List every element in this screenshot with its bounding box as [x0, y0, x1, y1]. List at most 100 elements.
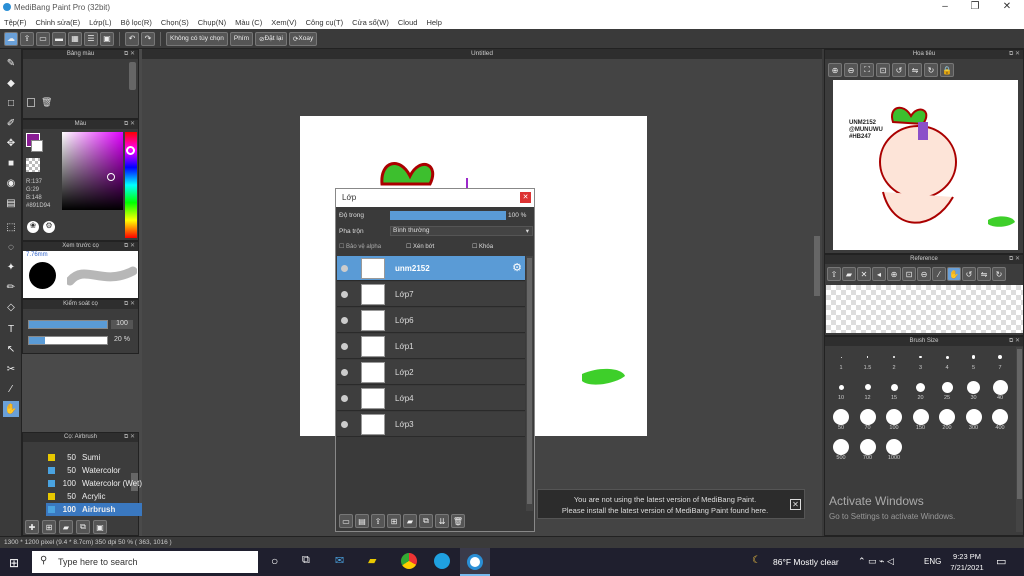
weather-text[interactable]: 86°F Mostly clear — [773, 557, 839, 567]
layer-folder-icon[interactable]: ▰ — [403, 514, 417, 528]
rotate-left-icon[interactable]: ↺ — [892, 63, 906, 77]
navigator-preview[interactable]: UNM2152 @MUNUWU #HB247 — [833, 80, 1018, 250]
brush-size-preset[interactable]: 1.5 — [856, 349, 880, 371]
medibang-taskbar-button[interactable] — [460, 548, 490, 576]
brush-size-preset[interactable]: 3 — [909, 349, 933, 371]
language-indicator[interactable]: ENG — [924, 557, 941, 566]
flip-icon[interactable]: ⇋ — [908, 63, 922, 77]
close-layer-window-icon[interactable]: ✕ — [520, 192, 531, 203]
hue-handle[interactable] — [126, 146, 135, 155]
tray-icons[interactable]: ⌃ ▭ ⌁ ◁ — [858, 556, 894, 567]
brush-size-preset[interactable]: 100 — [882, 409, 906, 431]
brush-size-preset[interactable]: 10 — [829, 379, 853, 401]
new-color-icon[interactable] — [27, 98, 35, 107]
blend-mode-select[interactable]: Bình thường ▾ — [390, 226, 533, 236]
visibility-eye-icon[interactable] — [341, 369, 348, 376]
menu-item[interactable]: Chỉnh sửa(E) — [36, 18, 81, 27]
redo-icon[interactable]: ↷ — [141, 31, 155, 46]
menu-item[interactable]: Màu (C) — [235, 18, 262, 27]
layer-row[interactable]: Lớp4 — [337, 386, 525, 411]
notification-center-icon[interactable]: ▭ — [996, 555, 1006, 568]
fit-icon[interactable]: ⛶ — [860, 63, 874, 77]
edge-icon[interactable] — [434, 553, 450, 569]
clipping-checkbox[interactable]: ☐ Xén bớt — [406, 243, 434, 250]
brush-size-preset[interactable]: 500 — [829, 439, 853, 461]
canvas-vscrollbar[interactable] — [814, 236, 820, 296]
size-slider[interactable] — [28, 320, 108, 329]
select-tool-icon[interactable]: ⬚ — [3, 219, 19, 235]
reference-fit-icon[interactable]: ⊡ — [902, 267, 916, 281]
brush-list-item[interactable]: 100 Airbrush — [46, 503, 156, 516]
opacity-slider[interactable] — [28, 336, 108, 345]
sub-color-swatch[interactable] — [31, 140, 43, 152]
key-button[interactable]: Phím — [229, 31, 254, 46]
saturation-picker[interactable] — [62, 132, 123, 210]
select-eraser-tool-icon[interactable]: ◇ — [3, 299, 19, 315]
copy-brush-icon[interactable]: ⧉ — [76, 520, 90, 534]
undo-icon[interactable]: ↶ — [125, 31, 139, 46]
brush-size-preset[interactable]: 30 — [962, 379, 986, 401]
brush-menu-icon[interactable]: ⊞ — [42, 520, 56, 534]
text-tool-icon[interactable]: T — [3, 321, 19, 337]
layer-row[interactable]: Lớp6 — [337, 308, 525, 333]
fill-rect-tool-icon[interactable]: ■ — [3, 155, 19, 171]
lasso-tool-icon[interactable]: ◌ — [3, 239, 19, 255]
pen-tool-icon[interactable]: ✐ — [3, 115, 19, 131]
select-mode-button[interactable]: Không có tùy chọn — [166, 31, 228, 46]
visibility-eye-icon[interactable] — [341, 317, 348, 324]
brush-size-preset[interactable]: 20 — [909, 379, 933, 401]
brush-size-preset[interactable]: 25 — [935, 379, 959, 401]
menu-item[interactable]: Xem(V) — [271, 18, 296, 27]
scrollbar[interactable] — [129, 62, 136, 90]
add-brush-icon[interactable]: ✚ — [25, 520, 39, 534]
chat-icon[interactable]: ▬ — [52, 31, 66, 46]
search-box[interactable]: ⚲ Type here to search — [32, 551, 258, 573]
operation-tool-icon[interactable]: ↖ — [3, 341, 19, 357]
protect-alpha-checkbox[interactable]: ☐ Bảo vệ alpha — [339, 243, 381, 250]
reference-zoom-in-icon[interactable]: ⊕ — [887, 267, 901, 281]
list-icon[interactable]: ☰ — [84, 31, 98, 46]
brush-list-item[interactable]: 100 Watercolor (Wet) — [46, 477, 156, 490]
brush-tool-icon[interactable]: ✎ — [3, 55, 19, 71]
brush-size-preset[interactable]: 1000 — [882, 439, 906, 461]
eraser-tool-icon[interactable]: ◆ — [3, 75, 19, 91]
merge-layer-icon[interactable]: ⇊ — [435, 514, 449, 528]
reference-close-icon[interactable]: ✕ — [857, 267, 871, 281]
duplicate-layer-icon[interactable]: ⧉ — [419, 514, 433, 528]
cortana-icon[interactable]: ○ — [271, 554, 278, 568]
brush-list-item[interactable]: 50 Sumi — [46, 451, 156, 464]
divide-tool-icon[interactable]: ✂ — [3, 361, 19, 377]
reference-upload-icon[interactable]: ⇧ — [827, 267, 841, 281]
rotate-button[interactable]: ⟳ Xoay — [288, 31, 318, 46]
brush-size-preset[interactable]: 200 — [935, 409, 959, 431]
reset-button[interactable]: ⊘ Đặt lại — [255, 31, 287, 46]
visibility-eye-icon[interactable] — [341, 421, 348, 428]
windows-start-icon[interactable]: ⊞ — [9, 556, 19, 570]
move-tool-icon[interactable]: ✥ — [3, 135, 19, 151]
brush-size-preset[interactable]: 1 — [829, 349, 853, 371]
reference-open-icon[interactable]: ▰ — [842, 267, 856, 281]
update-notification[interactable]: You are not using the latest version of … — [537, 489, 805, 519]
trash-icon[interactable]: 🗑 — [41, 97, 52, 108]
new-layer-icon[interactable]: ▭ — [339, 514, 353, 528]
magic-wand-tool-icon[interactable]: ✦ — [3, 259, 19, 275]
layer-row[interactable]: Lớp3 — [337, 412, 525, 437]
brush-size-preset[interactable]: 700 — [856, 439, 880, 461]
export-icon[interactable]: ⇪ — [20, 31, 34, 46]
zoom-in-icon[interactable]: ⊕ — [828, 63, 842, 77]
add-layer-menu-icon[interactable]: ⊞ — [387, 514, 401, 528]
reference-rotate-left-icon[interactable]: ↺ — [962, 267, 976, 281]
grid-icon[interactable]: ▦ — [68, 31, 82, 46]
eyedropper-tool-icon[interactable]: ⁄ — [3, 381, 19, 397]
menu-item[interactable]: Cửa sổ(W) — [352, 18, 389, 27]
reference-area[interactable] — [826, 285, 1023, 333]
comment-icon[interactable]: ▭ — [36, 31, 50, 46]
cloud-icon[interactable]: ☁ — [4, 31, 18, 46]
brush-size-preset[interactable]: 2 — [882, 349, 906, 371]
palette-icon[interactable]: ❀ — [27, 221, 39, 233]
brush-size-preset[interactable]: 150 — [909, 409, 933, 431]
reference-prev-icon[interactable]: ◂ — [872, 267, 886, 281]
select-pen-tool-icon[interactable]: ✏ — [3, 279, 19, 295]
brush-size-preset[interactable]: 7 — [988, 349, 1012, 371]
transparent-swatch[interactable] — [26, 158, 40, 172]
